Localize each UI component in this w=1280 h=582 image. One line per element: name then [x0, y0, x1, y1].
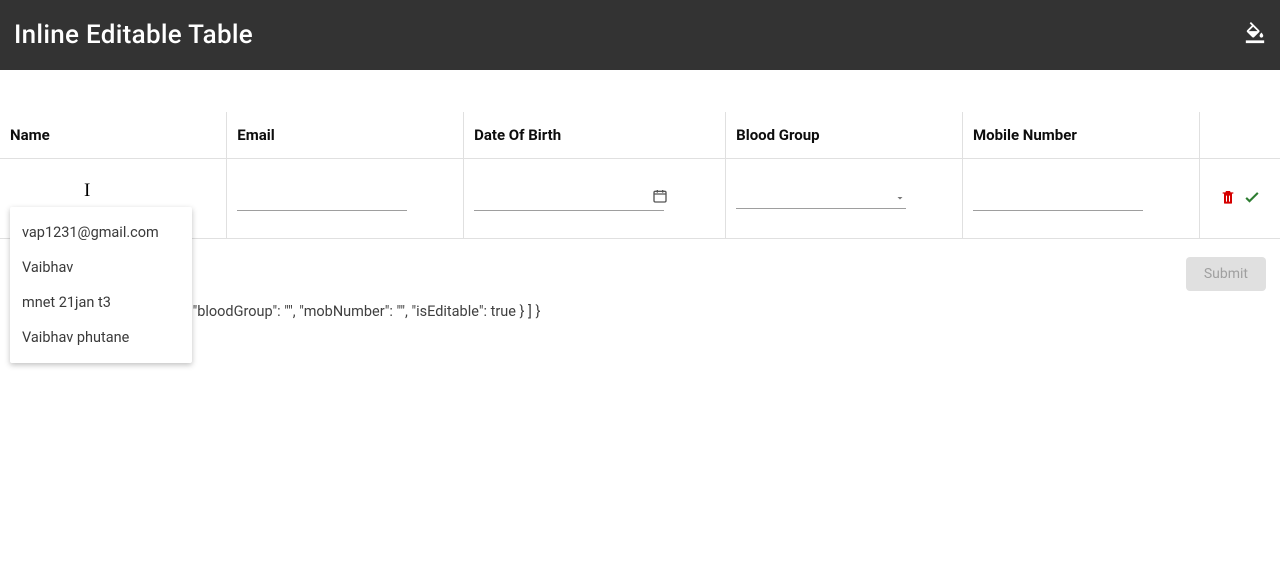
- col-header-name: Name: [0, 112, 227, 159]
- email-input[interactable]: [237, 186, 407, 211]
- is-valid-debug: Is Valid: false: [16, 332, 1264, 349]
- delete-icon[interactable]: [1220, 188, 1236, 210]
- table-row: I: [0, 159, 1280, 239]
- autocomplete-option[interactable]: Vaibhav phutane: [10, 320, 192, 355]
- mobile-input[interactable]: [973, 186, 1143, 211]
- app-header: Inline Editable Table: [0, 0, 1280, 70]
- editable-table: Name Email Date Of Birth Blood Group Mob…: [0, 112, 1280, 239]
- col-header-actions: [1199, 112, 1280, 159]
- calendar-icon[interactable]: [652, 188, 668, 208]
- check-icon[interactable]: [1242, 187, 1262, 211]
- submit-button[interactable]: Submit: [1186, 257, 1266, 291]
- col-header-email: Email: [227, 112, 464, 159]
- dob-input[interactable]: [474, 186, 652, 210]
- page-title: Inline Editable Table: [14, 20, 253, 50]
- chevron-down-icon: [894, 189, 906, 208]
- form-data-debug: ame": "", "email": "", "dob": "", "blood…: [16, 303, 1264, 320]
- autocomplete-option[interactable]: vap1231@gmail.com: [10, 215, 192, 250]
- col-header-dob: Date Of Birth: [464, 112, 726, 159]
- paint-bucket-icon[interactable]: [1244, 22, 1266, 48]
- autocomplete-option[interactable]: Vaibhav: [10, 250, 192, 285]
- blood-group-select[interactable]: [736, 189, 906, 209]
- blood-group-value: [736, 189, 894, 207]
- submit-row: Submit: [0, 239, 1280, 291]
- autocomplete-option[interactable]: mnet 21jan t3: [10, 285, 192, 320]
- col-header-blood-group: Blood Group: [726, 112, 963, 159]
- autocomplete-dropdown: vap1231@gmail.com Vaibhav mnet 21jan t3 …: [10, 207, 192, 363]
- col-header-mobile: Mobile Number: [963, 112, 1200, 159]
- text-cursor-icon: I: [84, 180, 90, 202]
- table-header-row: Name Email Date Of Birth Blood Group Mob…: [0, 112, 1280, 159]
- debug-output: ame": "", "email": "", "dob": "", "blood…: [0, 291, 1280, 349]
